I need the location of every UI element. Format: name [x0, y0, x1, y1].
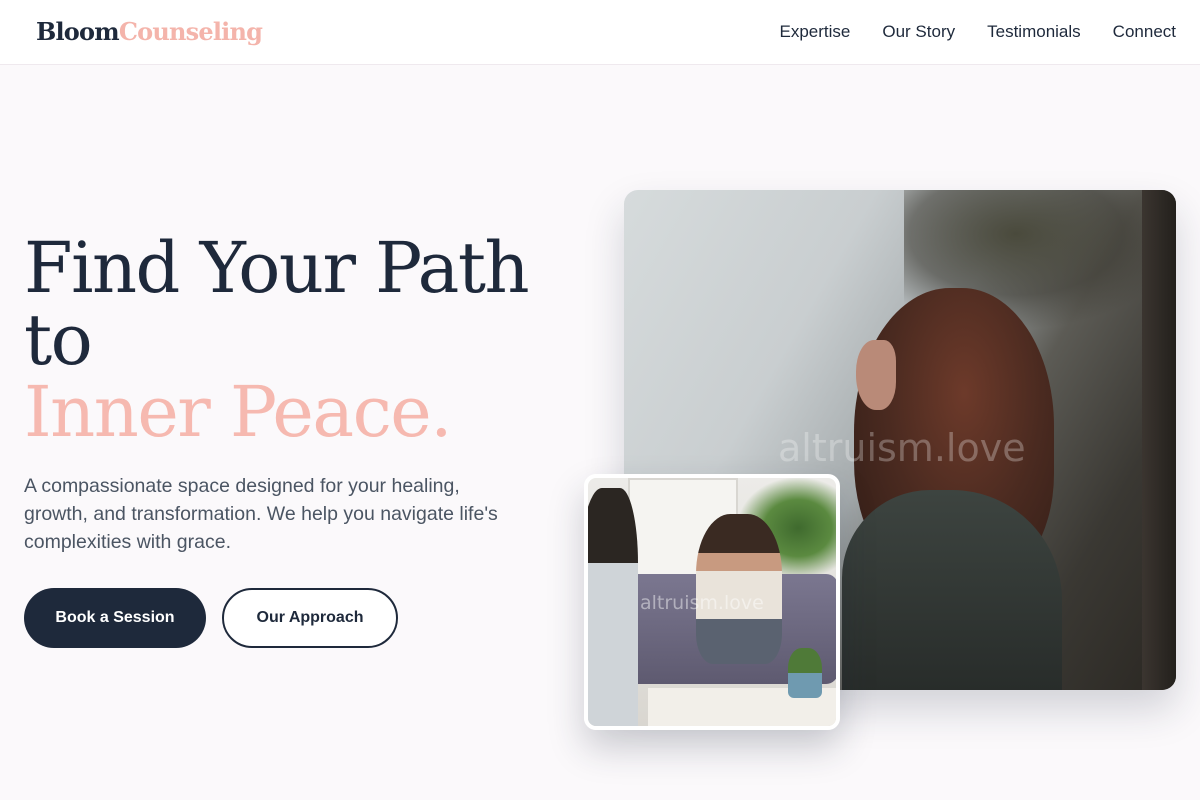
hero-title-accent: Inner Peace. [24, 371, 452, 453]
photo-client [696, 514, 782, 664]
inset-watermark: altruism.love [640, 592, 764, 614]
main-nav: Expertise Our Story Testimonials Connect [780, 22, 1177, 42]
photo-tree-trunk [1142, 190, 1176, 690]
site-header: BloomCounseling Expertise Our Story Test… [0, 0, 1200, 65]
nav-link-connect[interactable]: Connect [1113, 22, 1176, 42]
hero-title-line1: Find Your Path [24, 227, 530, 309]
our-approach-button[interactable]: Our Approach [222, 588, 398, 648]
book-session-button[interactable]: Book a Session [24, 588, 206, 648]
photo-woman-face [856, 340, 896, 410]
brand-logo[interactable]: BloomCounseling [36, 17, 263, 46]
brand-name-part1: Bloom [36, 17, 120, 46]
photo-therapist [588, 488, 638, 726]
photo-watermark: altruism.love [778, 426, 1026, 470]
photo-potted-plant [788, 648, 822, 698]
hero-subtitle: A compassionate space designed for your … [24, 475, 498, 553]
inset-photo-therapy-session: altruism.love [584, 474, 840, 730]
brand-name-part2: Counseling [118, 17, 263, 46]
nav-link-our-story[interactable]: Our Story [882, 22, 955, 42]
hero-title: Find Your Path to Inner Peace. [24, 232, 584, 448]
hero-title-line2: to [24, 299, 93, 381]
nav-link-expertise[interactable]: Expertise [780, 22, 851, 42]
nav-link-testimonials[interactable]: Testimonials [987, 22, 1081, 42]
